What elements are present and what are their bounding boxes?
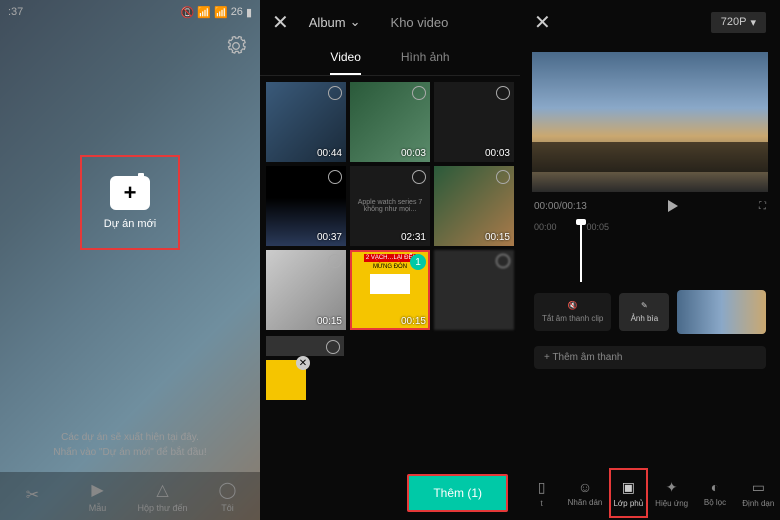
selection-badge: 1 [410,254,426,270]
time-display: 00:00/00:13 [534,201,587,212]
media-thumb[interactable]: 00:15 [266,250,346,330]
filter-icon: ◐ [711,479,719,495]
media-thumb-selected[interactable]: 2 VẠCH…LẠI ĐỂ! MỪNG ĐÓN 1 00:15 [350,250,430,330]
add-audio-button[interactable]: + Thêm âm thanh [534,346,766,369]
tool-filter[interactable]: ◐Bộ lọc [693,466,736,520]
chevron-down-icon: ⌄ [350,14,361,30]
add-button[interactable]: Thêm (1) [407,474,508,512]
scissors-icon: ✂ [26,485,39,505]
clip-strip[interactable] [677,290,766,334]
media-thumb[interactable]: 00:37 [266,166,346,246]
nav-me[interactable]: ◯Tôi [195,472,260,520]
selected-clip[interactable]: ✕ [266,360,306,400]
gear-icon [226,36,246,56]
chevron-down-icon: ▾ [750,16,756,29]
media-thumb[interactable]: 00:15 [434,166,514,246]
tool-effect[interactable]: ✦Hiệu ứng [650,466,693,520]
cut-icon: ▯ [538,479,546,496]
nav-inbox[interactable]: △Hộp thư đến [130,472,195,520]
stock-video-link[interactable]: Kho video [391,15,449,30]
media-thumb[interactable]: 00:03 [434,82,514,162]
tool-sticker[interactable]: ☺Nhãn dán [563,466,606,520]
play-button[interactable] [668,200,678,212]
media-thumb[interactable] [434,250,514,330]
sticker-icon: ☺ [578,479,592,495]
album-dropdown[interactable]: Album ⌄ [309,14,361,30]
close-button[interactable]: ✕ [534,10,551,35]
resolution-button[interactable]: 720P ▾ [711,12,766,33]
new-project-label: Dự án mới [104,218,156,230]
video-preview[interactable] [532,52,768,192]
tool-cut[interactable]: ▯t [520,466,563,520]
playhead[interactable] [580,222,582,282]
status-time: :37 [8,6,23,18]
media-thumb[interactable]: 00:03 [350,82,430,162]
nav-edit[interactable]: ✂ [0,472,65,520]
mute-button[interactable]: 🔇 Tắt âm thanh clip [534,293,611,331]
effect-icon: ✦ [666,479,678,496]
overlay-icon: ▣ [622,479,635,496]
settings-button[interactable] [226,36,246,56]
user-icon: ◯ [219,480,237,500]
cover-button[interactable]: ✎ Ảnh bìa [619,293,669,331]
media-thumb[interactable] [266,336,344,356]
media-thumb[interactable]: Apple watch series 7 không như mọi...02:… [350,166,430,246]
template-icon: ▶ [91,480,103,500]
nav-template[interactable]: ▶Mẫu [65,472,130,520]
empty-state-text: Các dự án sẽ xuất hiện tại đây. Nhấn vào… [0,430,260,460]
speaker-off-icon: 🔇 [568,301,578,310]
new-project-button[interactable]: + Dự án mới [80,155,180,250]
remove-icon[interactable]: ✕ [296,356,310,370]
tool-format[interactable]: ▭Định dạn [737,466,780,520]
tool-overlay[interactable]: ▣Lớp phủ [607,466,650,520]
expand-icon[interactable]: ⛶ [759,201,766,212]
bottom-toolbar: ▯t ☺Nhãn dán ▣Lớp phủ ✦Hiệu ứng ◐Bộ lọc … [520,466,780,520]
media-thumb[interactable]: 00:44 [266,82,346,162]
tab-image[interactable]: Hình ảnh [401,44,450,75]
plus-icon: + [110,176,150,210]
format-icon: ▭ [752,479,765,496]
ruler: 00:00 00:05 [534,222,766,236]
status-icons: 📵📶📶 26▮ [181,6,252,19]
bell-icon: △ [156,480,168,500]
bottom-nav: ✂ ▶Mẫu △Hộp thư đến ◯Tôi [0,472,260,520]
timeline[interactable]: 00:00 00:05 [520,222,780,282]
close-button[interactable]: ✕ [272,10,289,35]
tab-video[interactable]: Video [330,44,360,75]
pencil-icon: ✎ [641,301,648,310]
